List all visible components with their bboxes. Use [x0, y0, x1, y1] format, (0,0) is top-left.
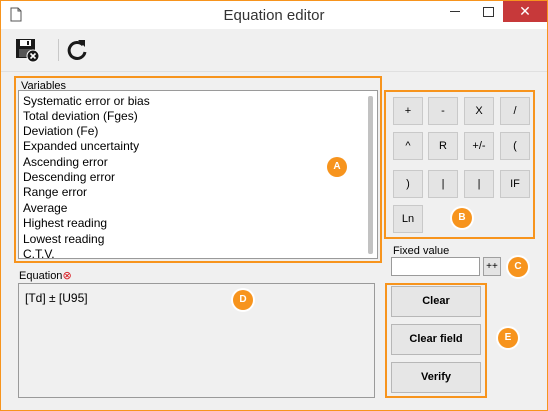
callout-badge-c: C — [508, 257, 528, 277]
clear-field-button[interactable]: Clear field — [391, 324, 481, 355]
list-item[interactable]: Expanded uncertainty — [23, 139, 139, 153]
operator-plusminus-button[interactable]: +/- — [464, 132, 494, 160]
fixed-value-label: Fixed value — [393, 245, 450, 257]
equation-value: [Td] ± [U95] — [25, 291, 88, 305]
close-button[interactable]: ✕ — [503, 1, 547, 22]
list-item[interactable]: Systematic error or bias — [23, 94, 150, 108]
minimize-icon — [450, 11, 460, 12]
toolbar — [1, 29, 547, 72]
equation-label-text: Equation — [19, 270, 63, 282]
fixed-value-input[interactable] — [391, 257, 480, 276]
minimize-button[interactable] — [440, 1, 470, 22]
list-item[interactable]: Deviation (Fe) — [23, 124, 98, 138]
toolbar-separator — [58, 39, 59, 61]
equation-label: Equation⊗ — [19, 269, 72, 282]
add-fixed-value-button[interactable]: ++ — [483, 257, 501, 276]
callout-badge-d: D — [233, 290, 253, 310]
close-parenthesis-button[interactable]: ) — [393, 170, 423, 198]
title-bar: Equation editor ✕ — [1, 1, 547, 29]
clear-button[interactable]: Clear — [391, 286, 481, 317]
variables-list[interactable]: Systematic error or bias Total deviation… — [18, 90, 378, 259]
if-button[interactable]: IF — [500, 170, 530, 198]
verify-button[interactable]: Verify — [391, 362, 481, 393]
maximize-button[interactable] — [473, 1, 503, 22]
ln-button[interactable]: Ln — [393, 205, 423, 233]
list-item[interactable]: Average — [23, 201, 67, 215]
list-item[interactable]: Range error — [23, 185, 87, 199]
operator-plus-button[interactable]: + — [393, 97, 423, 125]
equation-field[interactable]: [Td] ± [U95] — [18, 283, 375, 398]
maximize-icon — [483, 7, 494, 17]
equation-editor-window: Equation editor ✕ Variables Systematic e… — [0, 0, 548, 411]
operator-power-button[interactable]: ^ — [393, 132, 423, 160]
required-icon: ⊗ — [62, 270, 72, 282]
open-parenthesis-button[interactable]: ( — [500, 132, 530, 160]
operator-minus-button[interactable]: - — [428, 97, 458, 125]
save-with-x-icon[interactable] — [14, 37, 40, 63]
list-item[interactable]: Ascending error — [23, 155, 108, 169]
list-item[interactable]: Highest reading — [23, 216, 107, 230]
list-item[interactable]: C.T.V. — [23, 247, 55, 258]
callout-badge-a: A — [327, 157, 347, 177]
operator-divide-button[interactable]: / — [500, 97, 530, 125]
variables-scrollbar[interactable] — [368, 96, 373, 254]
list-item[interactable]: Descending error — [23, 170, 115, 184]
list-item[interactable]: Total deviation (Fges) — [23, 109, 138, 123]
list-item[interactable]: Lowest reading — [23, 232, 104, 246]
refresh-icon[interactable] — [64, 37, 90, 63]
operator-multiply-button[interactable]: X — [464, 97, 494, 125]
callout-badge-b: B — [452, 208, 472, 228]
callout-badge-e: E — [498, 328, 518, 348]
abs-open-button[interactable]: | — [428, 170, 458, 198]
abs-close-button[interactable]: | — [464, 170, 494, 198]
operator-root-button[interactable]: R — [428, 132, 458, 160]
